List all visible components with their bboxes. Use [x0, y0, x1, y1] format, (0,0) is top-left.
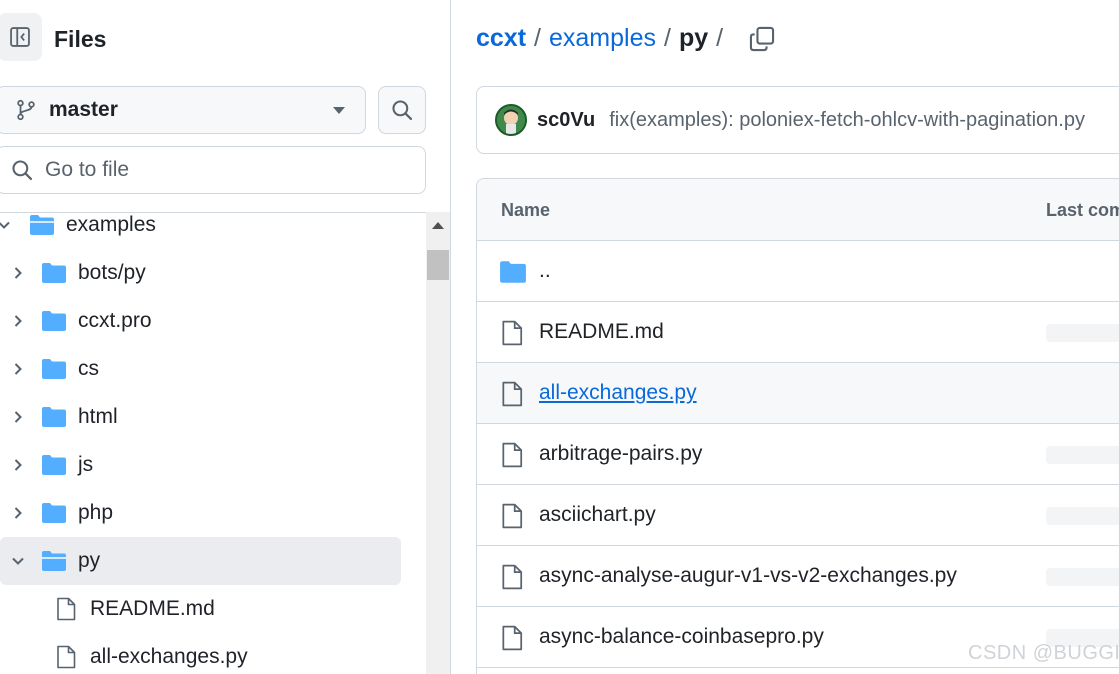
- folder-icon: [42, 455, 66, 475]
- tree-item-label: README.md: [90, 597, 215, 620]
- file-icon: [502, 381, 523, 407]
- breadcrumb: ccxt / examples / py /: [476, 24, 775, 53]
- chevron-right-icon: [14, 363, 22, 375]
- chevron-right-icon: [14, 267, 22, 279]
- breadcrumb-folder-link[interactable]: examples: [549, 24, 656, 53]
- file-name[interactable]: ..: [539, 259, 551, 283]
- chevron-right-icon: [14, 459, 22, 471]
- search-icon: [392, 100, 413, 121]
- sidebar-collapse-icon: [10, 27, 30, 47]
- commit-message[interactable]: fix(examples): poloniex-fetch-ohlcv-with…: [609, 109, 1085, 132]
- loading-placeholder: [1046, 446, 1119, 464]
- file-name[interactable]: async-analyse-augur-v1-vs-v2-exchanges.p…: [539, 564, 957, 588]
- folder-icon: [42, 407, 66, 427]
- tree-item-label: php: [78, 501, 114, 524]
- breadcrumb-separator: /: [664, 24, 671, 52]
- loading-placeholder: [1046, 568, 1119, 586]
- chevron-down-icon: [12, 557, 24, 565]
- table-row[interactable]: asciichart.py: [477, 485, 1119, 546]
- scroll-thumb[interactable]: [427, 250, 449, 280]
- column-header-last-commit: Last com: [1046, 200, 1119, 220]
- avatar[interactable]: [495, 104, 527, 136]
- file-tree: examples bots/py ccxt.pro cs html js php…: [0, 212, 426, 674]
- breadcrumb-current: py: [678, 24, 709, 52]
- file-icon: [502, 625, 523, 651]
- tree-item-label: cs: [78, 357, 99, 380]
- search-button[interactable]: [378, 86, 426, 134]
- tree-item-cs[interactable]: cs: [0, 345, 420, 393]
- files-sidebar: Files master Go to file examples bots/py…: [0, 0, 451, 674]
- file-name[interactable]: README.md: [539, 320, 664, 344]
- file-icon: [502, 503, 523, 529]
- branch-selector[interactable]: master: [0, 86, 366, 134]
- folder-icon: [500, 261, 526, 283]
- file-icon: [502, 320, 523, 346]
- tree-item-label: py: [78, 549, 101, 572]
- tree-item-label: ccxt.pro: [78, 309, 152, 332]
- chevron-down-icon: [0, 221, 10, 229]
- file-name-link[interactable]: all-exchanges.py: [539, 381, 697, 405]
- main-content: ccxt / examples / py / sc0Vu fix(example…: [452, 0, 1119, 674]
- github-file-browser: Files master Go to file examples bots/py…: [0, 0, 1119, 674]
- latest-commit-box: sc0Vu fix(examples): poloniex-fetch-ohlc…: [476, 86, 1119, 154]
- collapse-sidebar-button[interactable]: [0, 13, 42, 61]
- breadcrumb-separator: /: [716, 24, 724, 52]
- copy-path-icon[interactable]: [749, 26, 775, 52]
- breadcrumb-separator: /: [534, 24, 541, 52]
- avatar-icon: [497, 106, 525, 134]
- chevron-right-icon: [14, 507, 22, 519]
- folder-open-icon: [30, 215, 54, 235]
- loading-placeholder: [1046, 507, 1119, 525]
- file-icon: [57, 645, 76, 669]
- table-row[interactable]: all-exchanges.py: [477, 363, 1119, 424]
- breadcrumb-repo-link[interactable]: ccxt: [476, 24, 526, 53]
- tree-item-label: html: [78, 405, 118, 428]
- tree-item-html[interactable]: html: [0, 393, 420, 441]
- tree-item-label: js: [78, 453, 94, 476]
- tree-item-label: all-exchanges.py: [90, 645, 248, 668]
- folder-icon: [42, 359, 66, 379]
- tree-scrollbar[interactable]: [426, 212, 450, 674]
- chevron-right-icon: [14, 411, 22, 423]
- folder-icon: [42, 263, 66, 283]
- tree-item-php[interactable]: php: [0, 489, 420, 537]
- file-icon: [502, 564, 523, 590]
- file-name[interactable]: arbitrage-pairs.py: [539, 442, 702, 466]
- table-row[interactable]: README.md: [477, 302, 1119, 363]
- tree-item-label: examples: [66, 213, 156, 236]
- commit-author[interactable]: sc0Vu: [537, 109, 595, 132]
- tree-item-all-exchanges[interactable]: all-exchanges.py: [0, 633, 420, 674]
- files-title: Files: [54, 26, 107, 52]
- go-to-file-field[interactable]: [0, 146, 426, 194]
- column-header-name: Name: [501, 200, 551, 220]
- file-name[interactable]: async-balance-coinbasepro.py: [539, 625, 824, 649]
- branch-name: master: [49, 98, 118, 121]
- tree-item-ccxt-pro[interactable]: ccxt.pro: [0, 297, 420, 345]
- chevron-down-icon: [333, 107, 345, 114]
- tree-item-py[interactable]: py: [0, 537, 401, 585]
- table-header: Name Last com: [477, 179, 1119, 241]
- search-icon: [12, 160, 33, 181]
- table-row[interactable]: arbitrage-pairs.py: [477, 424, 1119, 485]
- folder-icon: [42, 311, 66, 331]
- folder-open-icon: [42, 551, 66, 571]
- tree-item-bots-py[interactable]: bots/py: [0, 249, 420, 297]
- file-icon: [502, 442, 523, 468]
- go-to-file-input[interactable]: [45, 158, 385, 182]
- file-table: Name Last com .. README.md all-exchanges…: [476, 178, 1119, 674]
- tree-item-examples[interactable]: examples: [0, 201, 420, 249]
- chevron-right-icon: [14, 315, 22, 327]
- file-name[interactable]: asciichart.py: [539, 503, 656, 527]
- tree-item-readme[interactable]: README.md: [0, 585, 420, 633]
- tree-item-js[interactable]: js: [0, 441, 420, 489]
- table-row[interactable]: async-analyse-augur-v1-vs-v2-exchanges.p…: [477, 546, 1119, 607]
- scroll-up-arrow-icon[interactable]: [432, 222, 444, 229]
- loading-placeholder: [1046, 324, 1119, 342]
- tree-item-label: bots/py: [78, 261, 146, 284]
- folder-icon: [42, 503, 66, 523]
- watermark: CSDN @BUGGI: [968, 642, 1119, 664]
- table-row-parent[interactable]: ..: [477, 241, 1119, 302]
- git-branch-icon: [17, 99, 35, 121]
- file-icon: [57, 597, 76, 621]
